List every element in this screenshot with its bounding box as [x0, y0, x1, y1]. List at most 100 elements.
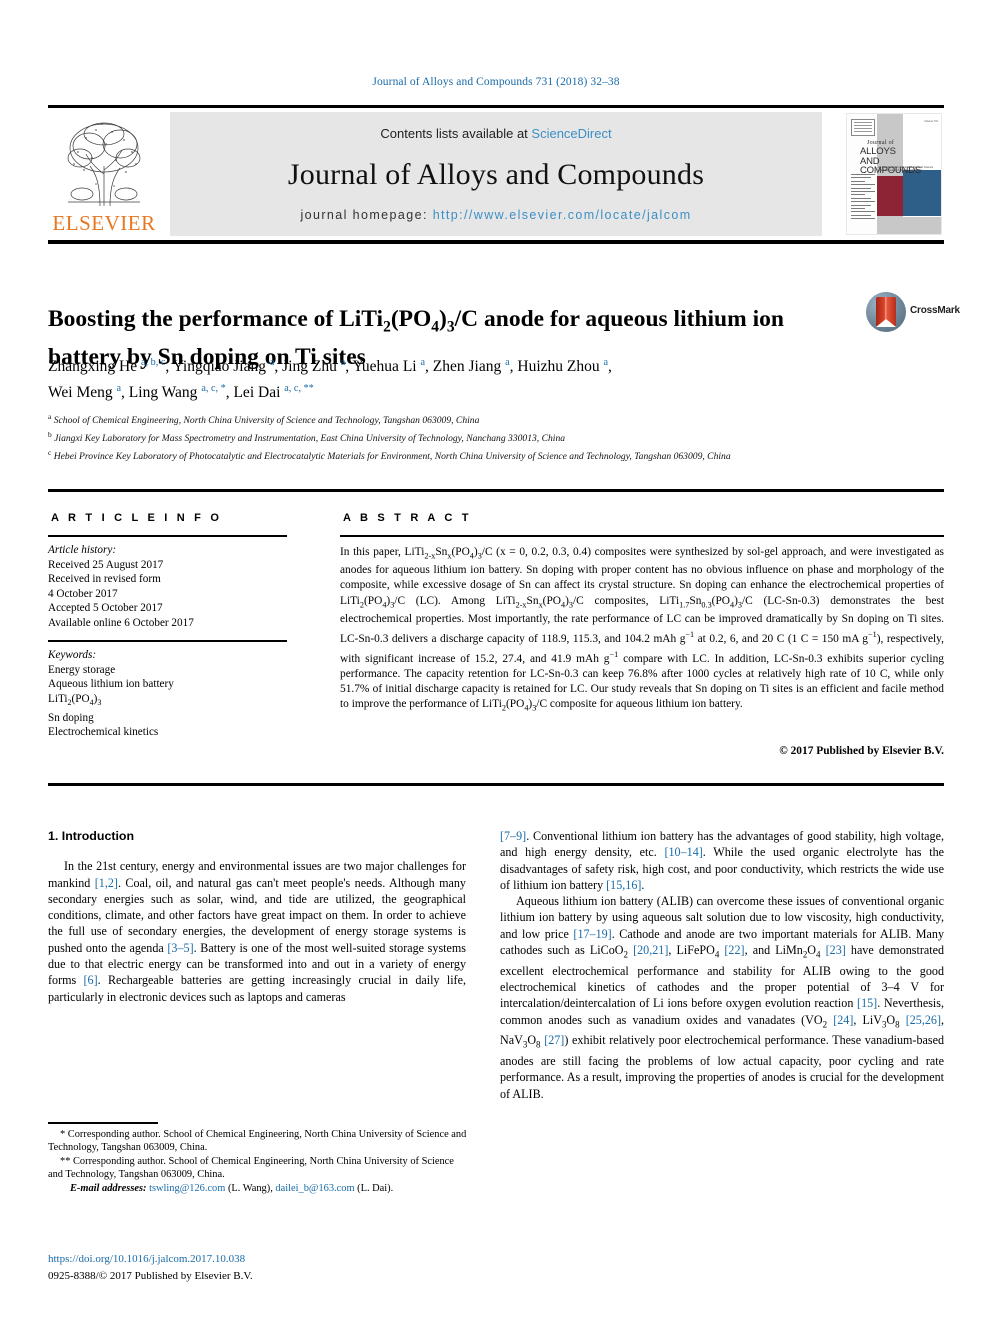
doi-link[interactable]: https://doi.org/10.1016/j.jalcom.2017.10… [48, 1253, 245, 1265]
email-link-dai[interactable]: dailei_b@163.com [275, 1183, 354, 1194]
title-sub-2: 4 [431, 318, 440, 336]
keyword-item-formula: LiTi2(PO4)3 [48, 692, 102, 708]
email-name-dai: (L. Dai). [357, 1182, 394, 1194]
elsevier-tree-icon [56, 114, 152, 210]
abstract-top-rule [48, 489, 944, 492]
title-segment-2: (PO [390, 305, 432, 332]
abstract-heading: A B S T R A C T [343, 512, 472, 524]
email-link-wang[interactable]: tswling@126.com [149, 1183, 225, 1194]
affiliation-b: b Jiangxi Key Laboratory for Mass Spectr… [48, 429, 566, 444]
affiliation-list: a School of Chemical Engineering, North … [48, 410, 888, 463]
citation-15-16[interactable]: [15,16] [606, 878, 641, 892]
cover-contents-list [851, 174, 875, 221]
homepage-url-link[interactable]: http://www.elsevier.com/locate/jalcom [433, 208, 692, 222]
elsevier-logo: ELSEVIER [48, 110, 160, 236]
history-item: Received in revised form [48, 573, 161, 586]
cover-subtitle: An Interdisciplinary Journal of Material… [878, 166, 934, 173]
keywords-label: Keywords: [48, 649, 97, 661]
crossmark-badge[interactable]: CrossMark [866, 292, 960, 336]
body-column-left: 1. Introduction In the 21st century, ene… [48, 828, 466, 1005]
intro-paragraph-right-1: [7–9]. Conventional lithium ion battery … [500, 829, 945, 892]
email-label: E-mail addresses: [70, 1182, 147, 1194]
abstract-text: In this paper, LiTi2-xSnx(PO4)3/C (x = 0… [340, 546, 945, 713]
article-history-block: Article history: Received 25 August 2017… [48, 543, 290, 631]
sciencedirect-link[interactable]: ScienceDirect [531, 126, 611, 141]
intro-paragraph-right-2: Aqueous lithium ion battery (ALIB) can o… [500, 894, 945, 1101]
article-history-label: Article history: [48, 544, 117, 556]
journal-title: Journal of Alloys and Compounds [287, 158, 705, 191]
article-info-rule [48, 535, 287, 537]
article-info-heading: A R T I C L E I N F O [51, 512, 223, 524]
author-line-2: Wei Meng a, Ling Wang a, c, *, Lei Dai a… [48, 383, 314, 402]
email-name-wang: (L. Wang), [227, 1182, 273, 1194]
keywords-rule [48, 640, 287, 642]
masthead-grey-band: Contents lists available at ScienceDirec… [170, 112, 822, 236]
crossmark-notch-icon [876, 319, 896, 327]
author-line-1: Zhangxing He a, b, c, Yingqiao Jiang a, … [48, 357, 612, 376]
title-sub-3: 3 [446, 318, 455, 336]
citation-6[interactable]: [6] [84, 973, 98, 987]
issn-copyright-line: 0925-8388/© 2017 Published by Elsevier B… [48, 1270, 253, 1282]
keyword-item: Aqueous lithium ion battery [48, 678, 174, 691]
affiliation-c-text: Hebei Province Key Laboratory of Photoca… [53, 450, 731, 462]
homepage-prefix: journal homepage: [300, 208, 433, 222]
citation-27[interactable]: [27] [544, 1033, 564, 1047]
footnote-separator [48, 1122, 158, 1124]
body-column-right: [7–9]. Conventional lithium ion battery … [500, 828, 944, 1102]
affiliation-b-text: Jiangxi Key Laboratory for Mass Spectrom… [54, 432, 566, 444]
abstract-copyright: © 2017 Published by Elsevier B.V. [779, 745, 944, 757]
intro-paragraph-left: In the 21st century, energy and environm… [48, 859, 466, 1004]
author-list: Zhangxing He a, b, c, Yingqiao Jiang a, … [48, 352, 848, 404]
contents-prefix: Contents lists available at [380, 126, 532, 141]
keyword-item: Energy storage [48, 663, 116, 676]
cover-elsevier-box [851, 119, 875, 136]
history-item: Received 25 August 2017 [48, 558, 164, 571]
citation-22[interactable]: [22] [724, 943, 744, 957]
crossmark-circle-icon [866, 292, 906, 332]
footnote-corresponding-1: * Corresponding author. School of Chemic… [48, 1129, 467, 1154]
history-item: 4 October 2017 [48, 587, 118, 600]
section-heading-introduction: 1. Introduction [48, 829, 135, 843]
citation-1-2[interactable]: [1,2] [95, 876, 118, 890]
footnote-corresponding-2: ** Corresponding author. School of Chemi… [48, 1155, 454, 1181]
citation-24[interactable]: [24] [833, 1013, 853, 1027]
citation-15[interactable]: [15] [857, 996, 877, 1010]
keyword-item: Sn doping [48, 711, 94, 724]
journal-homepage-line: journal homepage: http://www.elsevier.co… [170, 208, 822, 222]
citation-23[interactable]: [23] [826, 943, 846, 957]
keyword-item: Electrochemical kinetics [48, 726, 159, 739]
footnote-block: * Corresponding author. School of Chemic… [48, 1128, 468, 1195]
title-sub-1: 2 [383, 318, 391, 336]
contents-available-line: Contents lists available at ScienceDirec… [170, 126, 822, 141]
cover-red-block [877, 176, 903, 216]
journal-cover-thumbnail: Volume 731 Journal of ALLOYS AND COMPOUN… [842, 110, 944, 236]
abstract-bottom-rule [48, 783, 944, 786]
masthead-bottom-rule [48, 240, 944, 244]
citation-25-26[interactable]: [25,26] [906, 1013, 941, 1027]
cover-corner-note: Volume 731 [924, 120, 938, 123]
keywords-block: Keywords: Energy storage Aqueous lithium… [48, 648, 290, 740]
citation-20-21[interactable]: [20,21] [633, 943, 668, 957]
history-item: Available online 6 October 2017 [48, 616, 194, 629]
abstract-rule [340, 535, 944, 537]
history-item: Accepted 5 October 2017 [48, 602, 163, 615]
journal-masthead: ELSEVIER Contents lists available at Sci… [48, 110, 944, 238]
footnote-emails: E-mail addresses: tswling@126.com (L. Wa… [48, 1182, 468, 1195]
running-head: Journal of Alloys and Compounds 731 (201… [372, 76, 620, 88]
affiliation-a: a School of Chemical Engineering, North … [48, 412, 480, 427]
title-segment-3: ) [439, 305, 447, 332]
cover-inner: Volume 731 Journal of ALLOYS AND COMPOUN… [846, 113, 942, 235]
elsevier-wordmark: ELSEVIER [52, 211, 156, 235]
masthead-top-rule [48, 105, 944, 108]
article-page: Journal of Alloys and Compounds 731 (201… [0, 0, 992, 1323]
cover-blue-block [903, 170, 941, 216]
affiliation-a-text: School of Chemical Engineering, North Ch… [53, 415, 480, 427]
cover-bottom-bar [877, 217, 941, 234]
affiliation-c: c Hebei Province Key Laboratory of Photo… [48, 447, 731, 462]
citation-3-5[interactable]: [3–5] [167, 941, 193, 955]
citation-7-9[interactable]: [7–9] [500, 829, 526, 843]
citation-17-19[interactable]: [17–19] [573, 927, 611, 941]
title-segment-1: Boosting the performance of LiTi [48, 305, 384, 332]
crossmark-label: CrossMark [910, 305, 960, 316]
citation-10-14[interactable]: [10–14] [664, 845, 702, 859]
